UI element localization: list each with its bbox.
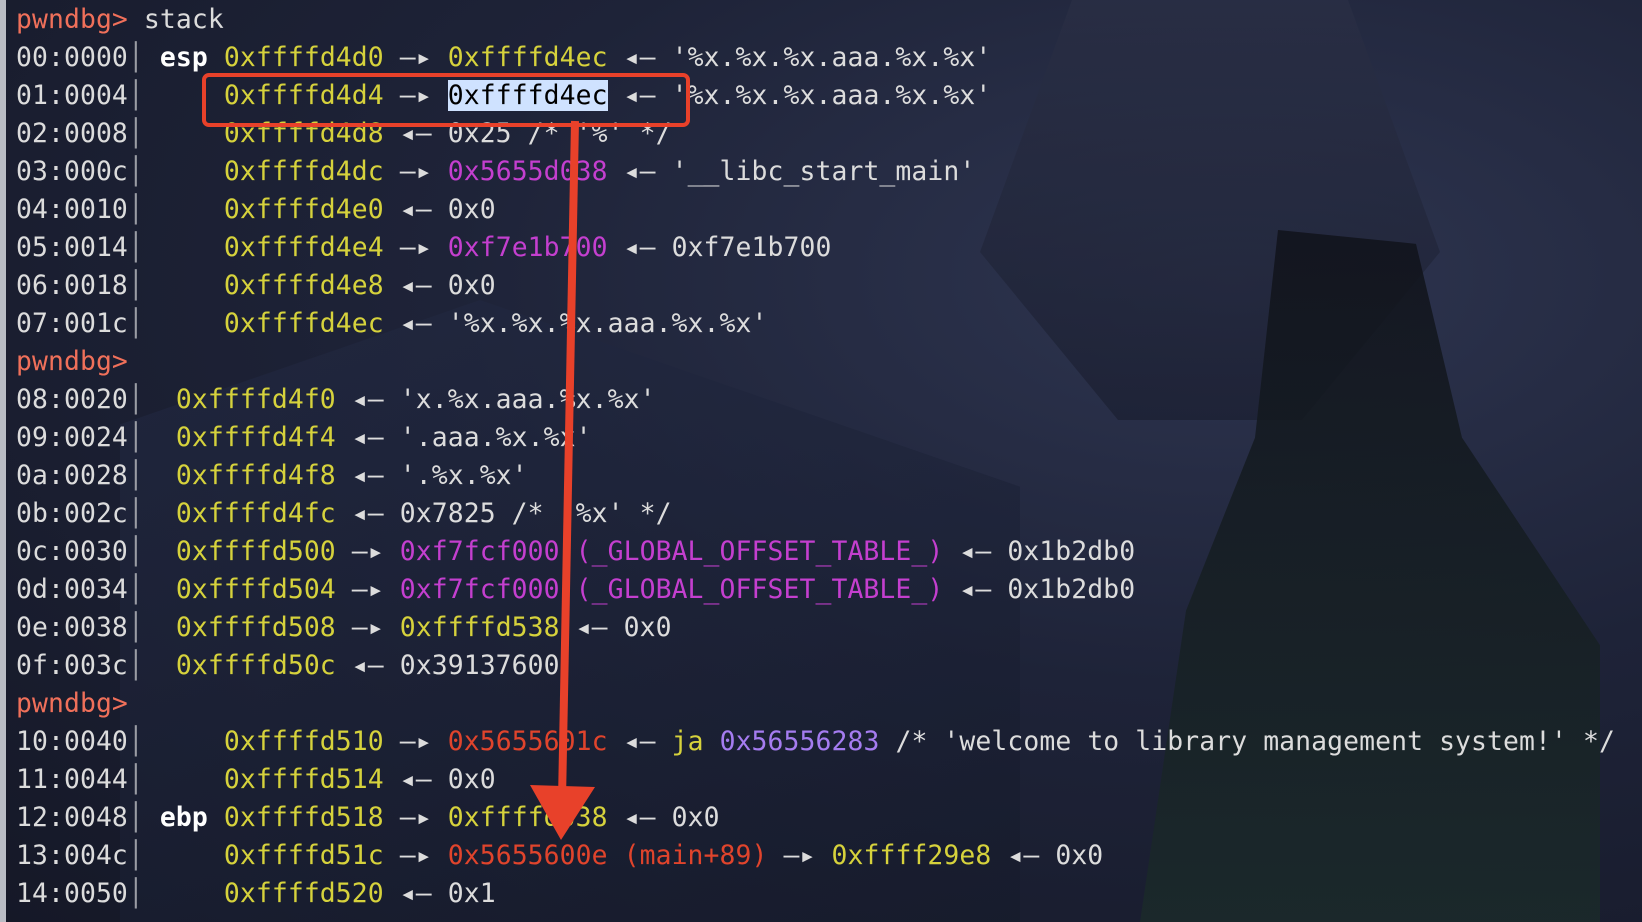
arrow-shaft [558, 120, 579, 801]
arrow-head [530, 785, 595, 840]
annotation-arrow [530, 120, 595, 840]
